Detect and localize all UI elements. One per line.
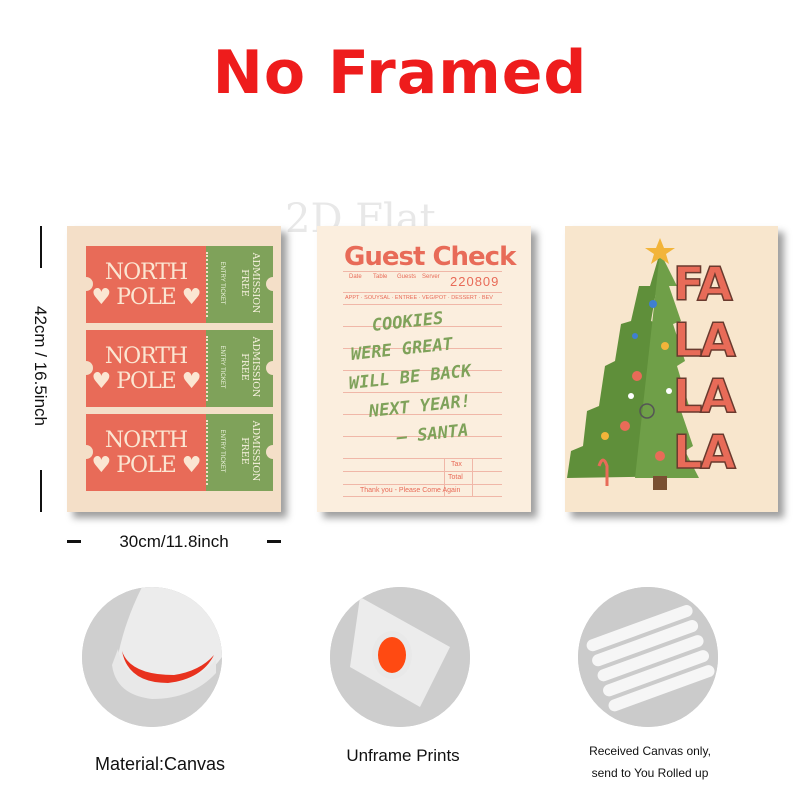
ticket-small-label: ENTRY TICKET xyxy=(219,345,225,389)
material-caption: Material:Canvas xyxy=(94,754,226,774)
ticket-admission: ADMISSION FREE xyxy=(239,252,261,314)
unframed-print-photo xyxy=(330,587,470,727)
height-label: 42cm / 16.5inch xyxy=(31,305,50,426)
poster-fa-la-la: FA LA LA LA xyxy=(565,226,778,512)
rolled-caption: Received Canvas only, send to You Rolled… xyxy=(589,744,711,780)
header-table: Table xyxy=(373,274,388,280)
headline: No Framed xyxy=(212,38,588,108)
canvas-material-photo xyxy=(82,587,222,727)
poster-guest-check: Guest Check Date Table Guests Server 220… xyxy=(317,226,531,512)
ticket-title: NORTH ♥ POLE ♥ xyxy=(91,428,202,478)
fa-text: FA xyxy=(672,256,733,312)
poster-north-pole: NORTH ♥ POLE ♥ ENTRY TICKET ADMISSION FRE… xyxy=(67,226,281,512)
ticket-title: NORTH ♥ POLE ♥ xyxy=(91,260,202,310)
thank-you-note: Thank you - Please Come Again xyxy=(360,487,461,494)
ticket: NORTH ♥ POLE ♥ ENTRY TICKET ADMISSION FRE… xyxy=(79,330,280,407)
rolled-canvas-photo xyxy=(578,587,718,727)
ticket: NORTH ♥ POLE ♥ ENTRY TICKET ADMISSION FRE… xyxy=(79,246,280,323)
total-label: Total xyxy=(448,474,463,481)
header-date: Date xyxy=(349,274,362,280)
ticket-small-label: ENTRY TICKET xyxy=(219,261,225,305)
width-label: 30cm/11.8inch xyxy=(119,532,229,551)
header-server: Server xyxy=(422,274,440,280)
la-text: LA xyxy=(672,312,736,368)
ticket-admission: ADMISSION FREE xyxy=(239,420,261,482)
unframed-caption: Unframe Prints xyxy=(346,746,460,765)
check-number: 220809 xyxy=(450,274,500,289)
column-headers: APPT · SOUYSAL · ENTREE · VEG/POT · DESS… xyxy=(345,295,493,301)
la-text: LA xyxy=(672,368,736,424)
ticket-admission: ADMISSION FREE xyxy=(239,336,261,398)
ticket: NORTH ♥ POLE ♥ ENTRY TICKET ADMISSION FRE… xyxy=(79,414,280,491)
ticket-title: NORTH ♥ POLE ♥ xyxy=(91,344,202,394)
guest-check-title: Guest Check xyxy=(344,242,516,272)
tax-label: Tax xyxy=(451,461,462,468)
ticket-small-label: ENTRY TICKET xyxy=(219,429,225,473)
la-text: LA xyxy=(672,424,736,480)
header-guests: Guests xyxy=(397,274,417,280)
